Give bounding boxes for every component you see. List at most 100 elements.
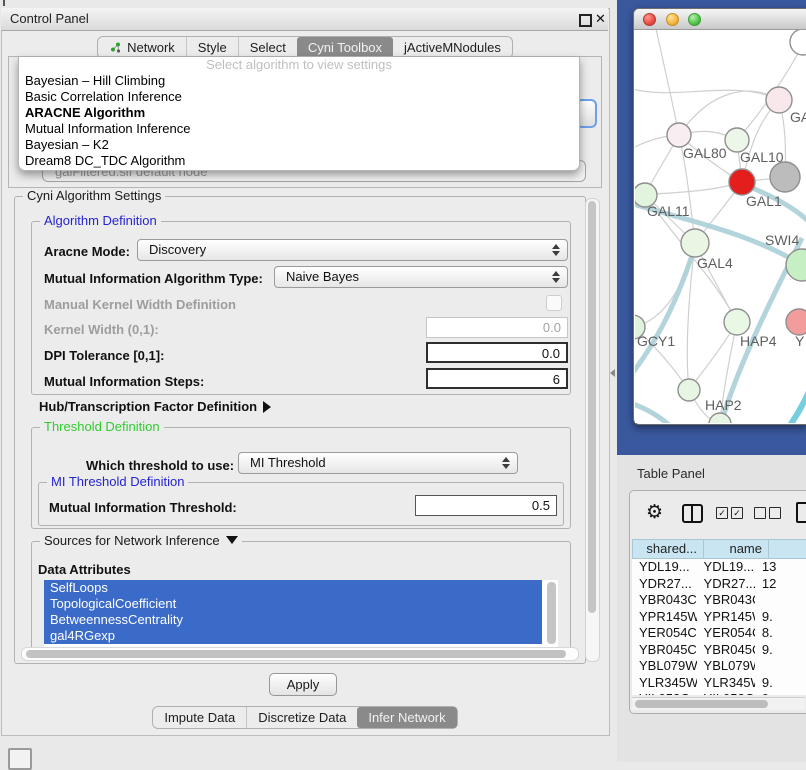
- node-label: HAP2: [705, 397, 742, 413]
- table-row[interactable]: YBR045CYBR045C9.: [632, 642, 806, 659]
- which-threshold-value: MI Threshold: [250, 455, 326, 470]
- kernel-width-field[interactable]: 0.0: [426, 317, 568, 338]
- tab-style[interactable]: Style: [186, 37, 238, 58]
- mi-steps-field[interactable]: 6: [426, 368, 568, 389]
- network-node-gal4[interactable]: [681, 229, 709, 257]
- close-traffic-light[interactable]: [643, 13, 656, 26]
- network-window-titlebar[interactable]: [634, 9, 806, 30]
- settings-vertical-scrollbar[interactable]: [585, 198, 600, 662]
- algorithm-option-bayesian-k2[interactable]: Bayesian – K2: [19, 137, 579, 153]
- algorithm-option-aracne-algorithm[interactable]: ARACNE Algorithm: [19, 105, 579, 121]
- network-edge[interactable]: [635, 88, 779, 100]
- tab-infer-network[interactable]: Infer Network: [357, 707, 456, 728]
- network-edge[interactable]: [635, 246, 695, 380]
- tab-label: Infer Network: [368, 710, 445, 725]
- network-edge[interactable]: [635, 243, 695, 327]
- zoom-traffic-light[interactable]: [688, 13, 701, 26]
- unchecked-column-icon[interactable]: [754, 507, 766, 519]
- algorithm-placeholder: Select algorithm to view settings: [19, 57, 579, 73]
- attribute-item[interactable]: TopologicalCoefficient: [44, 596, 542, 612]
- table-row[interactable]: YDR27...YDR27...12: [632, 576, 806, 593]
- split-columns-icon[interactable]: [682, 504, 703, 523]
- dpi-tolerance-field[interactable]: 0.0: [426, 342, 568, 363]
- close-icon[interactable]: ✕: [595, 11, 606, 27]
- node-label: SWI4: [765, 232, 799, 248]
- network-node-hap2[interactable]: [678, 379, 700, 401]
- mi-threshold-field[interactable]: 0.5: [415, 495, 557, 516]
- algorithm-option-bayesian-hill-climbing[interactable]: Bayesian – Hill Climbing: [19, 73, 579, 89]
- network-edge[interactable]: [645, 182, 742, 195]
- float-window-icon[interactable]: [579, 14, 592, 27]
- splitter-collapse-handle[interactable]: [610, 369, 615, 377]
- mi-type-combo[interactable]: Naive Bayes: [274, 266, 568, 288]
- table-row[interactable]: YER054CYER054C8.: [632, 625, 806, 642]
- tab-network[interactable]: Network: [98, 37, 186, 58]
- unchecked-column-icon[interactable]: [769, 507, 781, 519]
- tab-impute-data[interactable]: Impute Data: [153, 707, 246, 728]
- algorithm-option-basic-correlation-inference[interactable]: Basic Correlation Inference: [19, 89, 579, 105]
- network-node-hap4[interactable]: [724, 309, 750, 335]
- tab-jactivemnodules[interactable]: jActiveMNodules: [393, 37, 512, 58]
- document-icon[interactable]: [796, 502, 806, 523]
- table-cell: YLR345W: [632, 675, 697, 692]
- checked-column-icon[interactable]: ✓: [731, 507, 743, 519]
- manual-kernel-checkbox[interactable]: [546, 295, 562, 311]
- spinner-arrows-icon: [502, 456, 510, 470]
- table-row[interactable]: YBL079WYBL079W: [632, 658, 806, 675]
- aracne-mode-combo[interactable]: Discovery: [137, 239, 568, 261]
- algorithm-option-dream8-dc-tdc-algorithm[interactable]: Dream8 DC_TDC Algorithm: [19, 153, 579, 169]
- attribute-item[interactable]: gal4RGexp: [44, 628, 542, 644]
- mi-threshold-label: Mutual Information Threshold:: [49, 500, 237, 515]
- network-node-gal[interactable]: [766, 87, 792, 113]
- tab-discretize-data[interactable]: Discretize Data: [246, 707, 357, 728]
- checked-column-icon[interactable]: ✓: [716, 507, 728, 519]
- hub-definition-toggle[interactable]: Hub/Transcription Factor Definition: [39, 399, 271, 414]
- attribute-item[interactable]: SelfLoops: [44, 580, 542, 596]
- tab-select[interactable]: Select: [238, 37, 297, 58]
- list-scrollbar[interactable]: [547, 582, 556, 644]
- mi-threshold-group: MI Threshold Definition Mutual Informati…: [38, 482, 564, 526]
- network-node-gal80[interactable]: [667, 123, 691, 147]
- table-row[interactable]: YDL19...YDL19...13: [632, 559, 806, 576]
- column-header-name[interactable]: name: [704, 539, 769, 559]
- mi-threshold-group-title: MI Threshold Definition: [47, 474, 188, 489]
- kernel-width-label: Kernel Width (0,1):: [44, 322, 159, 337]
- table-row[interactable]: YPR145WYPR145W9.: [632, 609, 806, 626]
- network-node-gal1[interactable]: [729, 169, 755, 195]
- table-cell: [755, 592, 806, 609]
- column-header-a[interactable]: A: [769, 539, 806, 559]
- gear-icon[interactable]: ⚙: [646, 501, 663, 524]
- tab-label: Network: [127, 40, 175, 55]
- network-node-node[interactable]: [790, 30, 806, 55]
- algorithm-option-mutual-information-inference[interactable]: Mutual Information Inference: [19, 121, 579, 137]
- network-node-node[interactable]: [770, 162, 800, 192]
- data-attributes-list[interactable]: SelfLoopsTopologicalCoefficientBetweenne…: [44, 580, 558, 648]
- network-node-swi4[interactable]: [786, 249, 806, 281]
- table-row[interactable]: YLR345WYLR345W9.: [632, 675, 806, 692]
- attribute-item[interactable]: BetweennessCentrality: [44, 612, 542, 628]
- minimize-traffic-light[interactable]: [666, 13, 679, 26]
- network-edge[interactable]: [679, 91, 779, 135]
- sources-group-title[interactable]: Sources for Network Inference: [40, 533, 242, 548]
- network-canvas[interactable]: GALGAL80GAL10GAL1GAL11GAL4SWI4GCY1HAP4YH…: [635, 30, 806, 423]
- table-cell: YER054C: [632, 625, 697, 642]
- network-edge[interactable]: [635, 402, 693, 423]
- settings-horizontal-scrollbar[interactable]: [21, 647, 579, 661]
- table-row[interactable]: YBR043CYBR043C: [632, 592, 806, 609]
- collapsed-panel-icon[interactable]: [8, 748, 32, 770]
- network-edge[interactable]: [655, 30, 679, 135]
- algorithm-dropdown-popup: Select algorithm to view settings Bayesi…: [18, 57, 580, 171]
- network-node-node[interactable]: [709, 413, 731, 423]
- network-node-y[interactable]: [786, 309, 806, 335]
- table-row[interactable]: YIL052CYIL052C9: [632, 691, 806, 695]
- tab-cyni-toolbox[interactable]: Cyni Toolbox: [297, 37, 393, 58]
- apply-button[interactable]: Apply: [269, 673, 337, 696]
- column-header-shared-[interactable]: shared...: [632, 539, 704, 559]
- which-threshold-combo[interactable]: MI Threshold: [238, 452, 518, 474]
- network-edge[interactable]: [757, 380, 806, 423]
- table-horizontal-scrollbar[interactable]: [632, 697, 805, 710]
- table-cell: YDR27...: [632, 576, 697, 593]
- sources-group: Sources for Network Inference Data Attri…: [31, 541, 571, 653]
- cyni-algorithm-settings-group: Cyni Algorithm Settings Algorithm Defini…: [14, 196, 586, 664]
- hub-definition-label: Hub/Transcription Factor Definition: [39, 399, 257, 414]
